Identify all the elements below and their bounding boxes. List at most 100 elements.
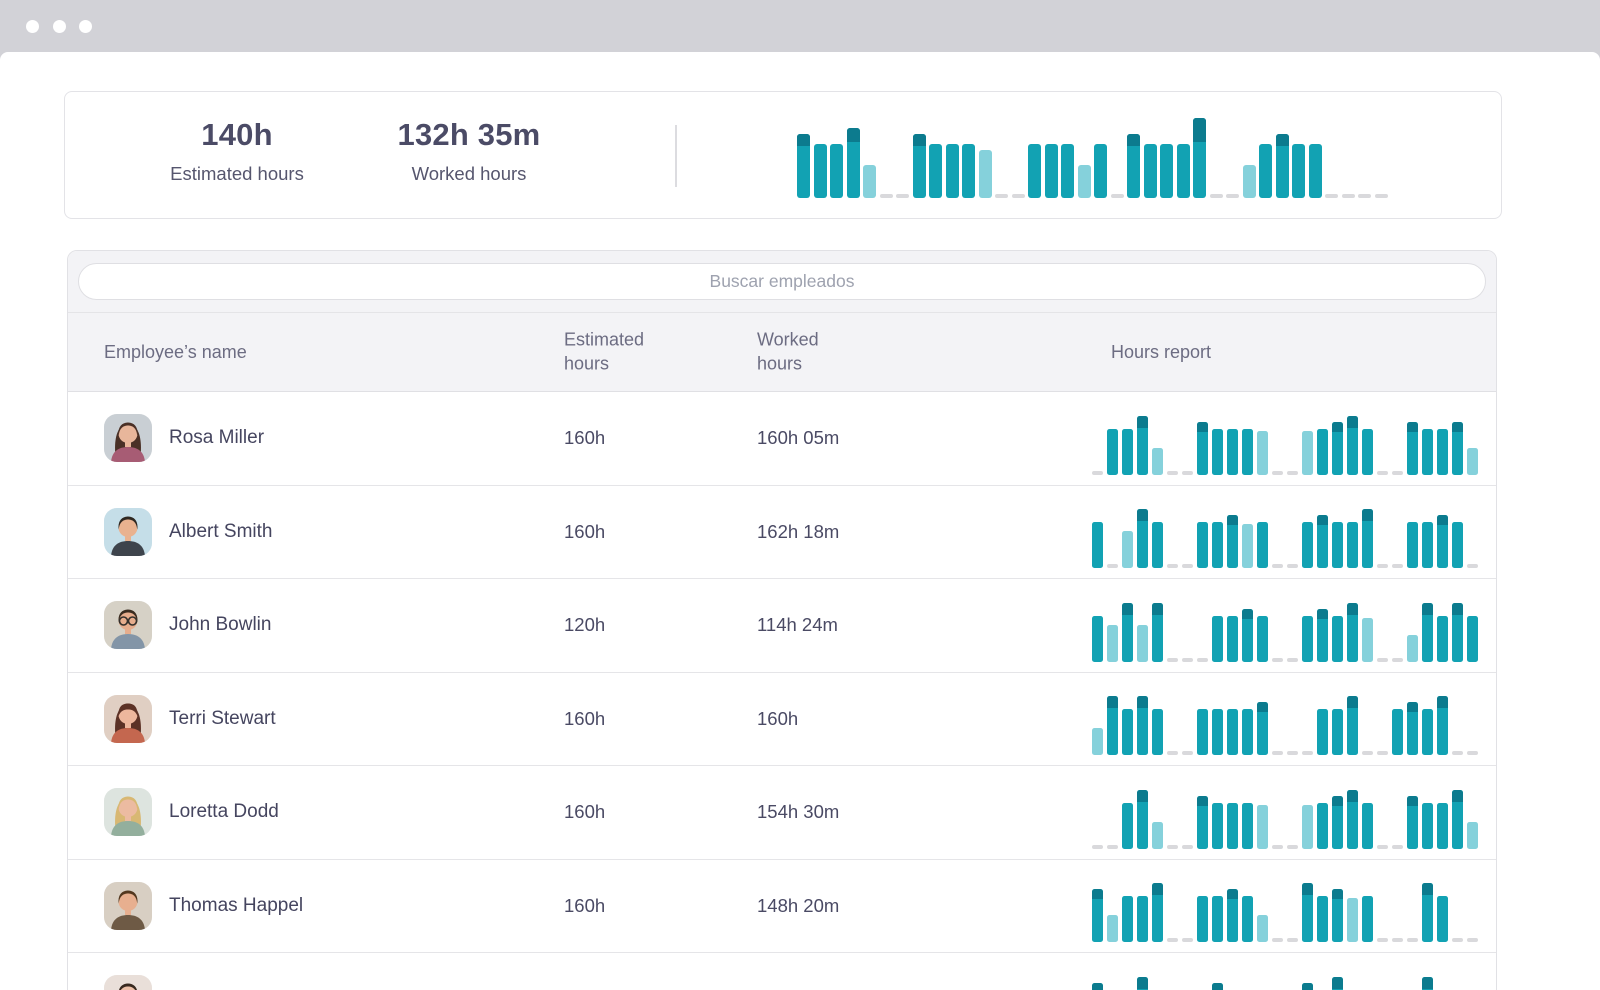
- day-bar: [1193, 118, 1206, 198]
- day-bar: [1257, 522, 1268, 568]
- day-off-dash: [1287, 938, 1298, 942]
- day-bar: [830, 144, 843, 198]
- day-bar: [1092, 728, 1103, 755]
- day-bar: [1092, 889, 1103, 942]
- overtime-cap: [1347, 603, 1358, 615]
- day-bar: [1107, 696, 1118, 755]
- day-bar: [1137, 896, 1148, 942]
- employee-avatar: [104, 882, 152, 930]
- day-off-dash: [1407, 938, 1418, 942]
- day-bar: [1227, 803, 1238, 849]
- worked-hours-value: 162h 18m: [757, 521, 839, 543]
- day-off-dash: [1182, 471, 1193, 475]
- day-bar: [1227, 889, 1238, 942]
- day-bar: [1107, 625, 1118, 662]
- day-bar: [1257, 702, 1268, 755]
- day-bar: [797, 134, 810, 198]
- day-off-dash: [1287, 845, 1298, 849]
- table-row[interactable]: John Bowlin 120h 114h 24m: [68, 579, 1496, 673]
- day-bar: [1407, 796, 1418, 849]
- table-row[interactable]: Thomas Happel 160h 148h 20m: [68, 860, 1496, 954]
- day-bar: [1422, 709, 1433, 755]
- day-bar: [1422, 977, 1433, 990]
- hours-report-chart: [1092, 598, 1478, 662]
- day-bar: [1257, 431, 1268, 475]
- overtime-cap: [1227, 515, 1238, 525]
- day-off-dash: [1272, 564, 1283, 568]
- day-bar: [1362, 509, 1373, 568]
- day-bar: [1302, 431, 1313, 475]
- day-off-dash: [1226, 194, 1239, 198]
- day-bar: [1078, 165, 1091, 198]
- day-bar: [946, 144, 959, 198]
- day-bar: [913, 134, 926, 198]
- table-row[interactable]: [68, 953, 1496, 990]
- day-bar: [1437, 515, 1448, 568]
- day-bar: [1467, 616, 1478, 662]
- day-bar: [1302, 522, 1313, 568]
- day-off-dash: [1197, 658, 1208, 662]
- employee-name: Terri Stewart: [169, 708, 276, 730]
- table-body: Rosa Miller 160h 160h 05m Albert Smith 1…: [68, 392, 1496, 990]
- day-bar: [1317, 896, 1328, 942]
- overtime-cap: [1137, 790, 1148, 802]
- overtime-cap: [1137, 696, 1148, 708]
- window-minimize-button[interactable]: [53, 20, 66, 33]
- day-off-dash: [1167, 845, 1178, 849]
- overtime-cap: [797, 134, 810, 146]
- day-off-dash: [1302, 751, 1313, 755]
- day-bar: [979, 150, 992, 198]
- day-bar: [1212, 429, 1223, 475]
- day-off-dash: [1182, 564, 1193, 568]
- window-close-button[interactable]: [26, 20, 39, 33]
- day-bar: [1347, 790, 1358, 849]
- day-off-dash: [1182, 658, 1193, 662]
- overtime-cap: [1212, 983, 1223, 990]
- search-input[interactable]: [78, 263, 1486, 300]
- day-bar: [1317, 709, 1328, 755]
- day-bar: [1422, 883, 1433, 942]
- overtime-cap: [1107, 696, 1118, 708]
- day-off-dash: [1272, 845, 1283, 849]
- day-bar: [1212, 616, 1223, 662]
- day-off-dash: [1167, 471, 1178, 475]
- day-bar: [1227, 515, 1238, 568]
- day-bar: [1227, 709, 1238, 755]
- day-bar: [1137, 509, 1148, 568]
- day-bar: [1362, 803, 1373, 849]
- table-row[interactable]: Albert Smith 160h 162h 18m: [68, 486, 1496, 580]
- day-bar: [1317, 429, 1328, 475]
- day-bar: [1302, 983, 1313, 990]
- overtime-cap: [1152, 883, 1163, 895]
- day-bar: [1467, 448, 1478, 475]
- day-bar: [1092, 616, 1103, 662]
- day-bar: [1242, 709, 1253, 755]
- day-off-dash: [1377, 845, 1388, 849]
- day-off-dash: [1287, 471, 1298, 475]
- day-bar: [1122, 531, 1133, 568]
- table-row[interactable]: Rosa Miller 160h 160h 05m: [68, 392, 1496, 486]
- overtime-cap: [1407, 796, 1418, 806]
- table-row[interactable]: Loretta Dodd 160h 154h 30m: [68, 766, 1496, 860]
- day-off-dash: [880, 194, 893, 198]
- day-bar: [1212, 896, 1223, 942]
- day-off-dash: [896, 194, 909, 198]
- day-bar: [863, 165, 876, 198]
- table-row[interactable]: Terri Stewart 160h 160h: [68, 673, 1496, 767]
- day-off-dash: [1111, 194, 1124, 198]
- day-bar: [1437, 696, 1448, 755]
- day-bar: [1347, 522, 1358, 568]
- day-bar: [1452, 790, 1463, 849]
- day-bar: [1242, 803, 1253, 849]
- day-bar: [1332, 616, 1343, 662]
- day-off-dash: [1392, 564, 1403, 568]
- day-bar: [1437, 616, 1448, 662]
- column-header-estimated-hours: Estimated hours: [564, 328, 682, 377]
- employee-avatar: [104, 788, 152, 836]
- window-maximize-button[interactable]: [79, 20, 92, 33]
- employee-avatar: [104, 601, 152, 649]
- overtime-cap: [1332, 422, 1343, 432]
- day-bar: [1302, 805, 1313, 849]
- day-bar: [1422, 803, 1433, 849]
- estimated-hours-value: 160h: [564, 427, 605, 449]
